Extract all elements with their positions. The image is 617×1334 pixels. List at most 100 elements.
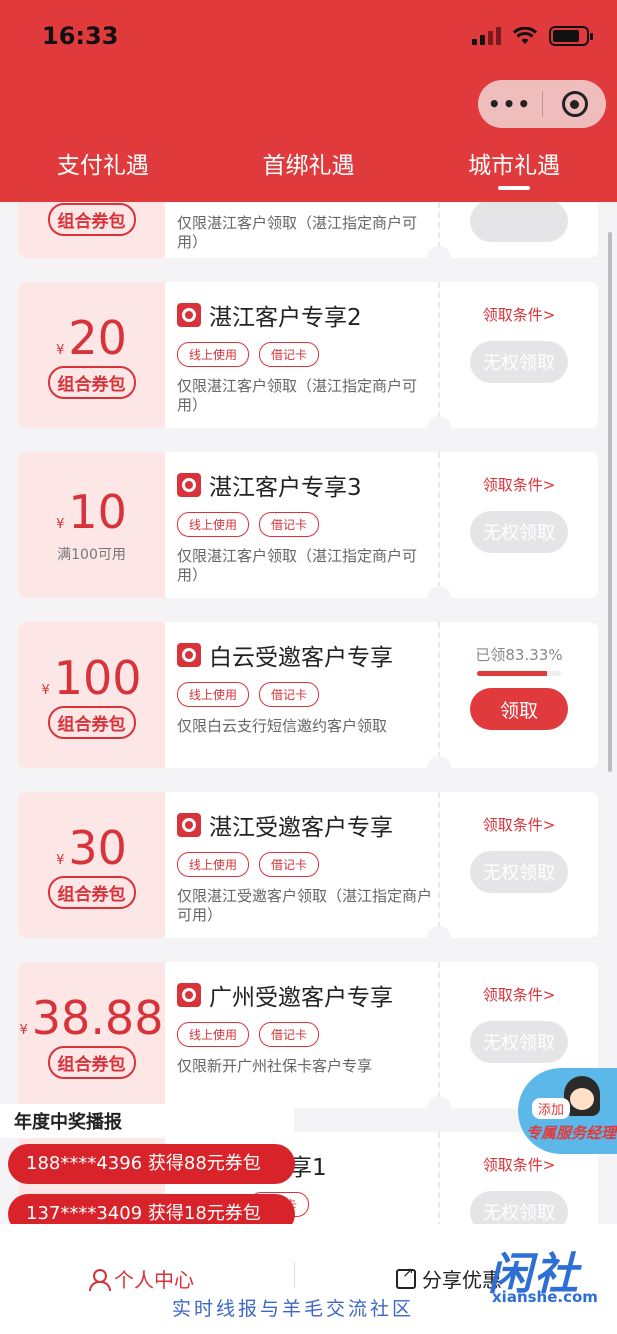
coupon-left: ¥ 30 组合券包 bbox=[18, 792, 165, 938]
conditions-link[interactable]: 领取条件> bbox=[483, 984, 556, 1005]
signal-icon bbox=[472, 27, 501, 45]
coupon-pill: 组合券包 bbox=[47, 1045, 136, 1079]
coupon-desc: 仅限湛江客户领取（湛江指定商户可用） bbox=[177, 214, 418, 251]
coupon-tags: 线上使用 借记卡 bbox=[177, 512, 438, 537]
amount-value: 30 bbox=[68, 820, 127, 875]
amount-value: 100 bbox=[53, 650, 142, 705]
claim-button[interactable]: 无权领取 bbox=[470, 511, 568, 553]
coupon-title-row: 广州受邀客户专享 bbox=[177, 978, 438, 1012]
tab-first-bind[interactable]: 首绑礼遇 bbox=[206, 146, 412, 196]
status-time: 16:33 bbox=[42, 22, 119, 50]
amount-value: 20 bbox=[68, 310, 127, 365]
yen-sign: ¥ bbox=[41, 682, 50, 698]
coupon-threshold: 满100可用 bbox=[57, 547, 126, 563]
bank-logo-icon bbox=[177, 303, 201, 327]
coupon-left: 组合券包 bbox=[18, 202, 165, 258]
coupon-desc: 仅限湛江客户领取（湛江指定商户可用） bbox=[177, 547, 418, 584]
coupon-title-row: 湛江客户专享2 bbox=[177, 298, 438, 332]
conditions-link[interactable]: 领取条件> bbox=[483, 304, 556, 325]
coupon-desc: 仅限新开广州社保卡客户专享 bbox=[177, 1057, 373, 1075]
ticket-notch bbox=[427, 416, 451, 440]
tag-debit: 借记卡 bbox=[259, 852, 320, 877]
amount-value: 38.88 bbox=[31, 990, 164, 1045]
coupon-amount: ¥ 30 bbox=[56, 822, 127, 874]
claim-button[interactable]: 无权领取 bbox=[470, 341, 568, 383]
wifi-icon bbox=[513, 27, 537, 44]
coupon-title: 湛江客户专享3 bbox=[209, 475, 362, 501]
share-icon bbox=[396, 1265, 416, 1289]
coupon-mid: 湛江客户专享2 线上使用 借记卡 仅限湛江客户领取（湛江指定商户可用） bbox=[165, 282, 438, 428]
coupon-title: 广州受邀客户专享 bbox=[209, 985, 393, 1011]
prize-broadcast: 年度中奖播报 188****4396 获得88元券包 137****3409 获… bbox=[0, 1104, 300, 1234]
tab-bar: 支付礼遇 首绑礼遇 城市礼遇 bbox=[0, 146, 617, 196]
more-icon[interactable]: ••• bbox=[478, 92, 542, 116]
coupon-amount: ¥ 100 bbox=[41, 652, 141, 704]
ticket-notch bbox=[427, 586, 451, 610]
ticket-notch bbox=[427, 246, 451, 270]
coupon-card: ¥ 10 满100可用 湛江客户专享3 线上使用 借记卡 仅限湛江客户领取（湛江… bbox=[18, 452, 598, 598]
coupon-title: 湛江受邀客户专享 bbox=[209, 815, 393, 841]
coupon-mid: 湛江客户专享3 线上使用 借记卡 仅限湛江客户领取（湛江指定商户可用） bbox=[165, 452, 438, 598]
coupon-desc: 仅限湛江受邀客户领取（湛江指定商户可用） bbox=[177, 887, 433, 924]
coupon-pill: 组合券包 bbox=[47, 875, 136, 909]
coupon-title: 湛江客户专享2 bbox=[209, 305, 362, 331]
nav-share[interactable]: 分享优惠 bbox=[396, 1264, 502, 1293]
coupon-tags: 线上使用 借记卡 bbox=[177, 342, 438, 367]
yen-sign: ¥ bbox=[56, 342, 65, 358]
watermark-logo: 闲社 xianshe.com bbox=[488, 1238, 598, 1308]
ticket-notch bbox=[427, 756, 451, 780]
coupon-amount: ¥ 20 bbox=[56, 312, 127, 364]
claim-button[interactable]: 无权领取 bbox=[470, 1021, 568, 1063]
amount-value: 10 bbox=[68, 485, 127, 539]
yen-sign: ¥ bbox=[56, 852, 65, 868]
watermark-domain: xianshe.com bbox=[492, 1288, 598, 1306]
add-label: 添加 bbox=[532, 1098, 571, 1119]
bank-logo-icon bbox=[177, 473, 201, 497]
coupon-mid: 仅限湛江客户领取（湛江指定商户可用） bbox=[165, 202, 438, 258]
person-icon bbox=[88, 1268, 111, 1291]
tag-online: 线上使用 bbox=[177, 852, 250, 877]
tag-online: 线上使用 bbox=[177, 682, 250, 707]
coupon-pill: 组合券包 bbox=[47, 203, 136, 236]
coupon-amount: ¥ 10 bbox=[56, 486, 127, 538]
coupon-tags: 线上使用 借记卡 bbox=[177, 682, 438, 707]
conditions-link[interactable]: 领取条件> bbox=[483, 814, 556, 835]
tag-online: 线上使用 bbox=[177, 1022, 250, 1047]
coupon-title-row: 白云受邀客户专享 bbox=[177, 638, 438, 672]
coupon-title: 白云受邀客户专享 bbox=[209, 645, 393, 671]
coupon-right: 已领83.33% 领取 bbox=[438, 622, 598, 768]
nav-personal-center[interactable]: 个人中心 bbox=[88, 1264, 194, 1293]
battery-icon bbox=[549, 26, 593, 46]
tab-city[interactable]: 城市礼遇 bbox=[411, 146, 617, 196]
conditions-link[interactable]: 领取条件> bbox=[483, 474, 556, 495]
coupon-card: ¥ 100 组合券包 白云受邀客户专享 线上使用 借记卡 仅限白云支行短信邀约客… bbox=[18, 622, 598, 768]
coupon-card: ¥ 20 组合券包 湛江客户专享2 线上使用 借记卡 仅限湛江客户领取（湛江指定… bbox=[18, 282, 598, 428]
claim-button[interactable] bbox=[470, 202, 568, 242]
tab-payment[interactable]: 支付礼遇 bbox=[0, 146, 206, 196]
close-target-button[interactable] bbox=[543, 91, 606, 117]
claim-button[interactable]: 无权领取 bbox=[470, 851, 568, 893]
coupon-mid: 广州受邀客户专享 线上使用 借记卡 仅限新开广州社保卡客户专享 bbox=[165, 962, 438, 1108]
bank-logo-icon bbox=[177, 813, 201, 837]
service-manager-float[interactable]: 添加 专属服务经理 bbox=[518, 1068, 617, 1154]
broadcast-title: 年度中奖播报 bbox=[0, 1104, 294, 1138]
claimed-progress-bar bbox=[477, 671, 561, 676]
broadcast-item: 188****4396 获得88元券包 bbox=[8, 1144, 295, 1184]
nav-divider bbox=[294, 1262, 295, 1288]
coupon-mid: 白云受邀客户专享 线上使用 借记卡 仅限白云支行短信邀约客户领取 bbox=[165, 622, 438, 768]
coupon-pill: 组合券包 bbox=[47, 705, 136, 739]
progress-fill bbox=[477, 671, 547, 676]
coupon-card: 组合券包 仅限湛江客户领取（湛江指定商户可用） bbox=[18, 202, 598, 258]
yen-sign: ¥ bbox=[19, 1022, 28, 1038]
scrollbar[interactable] bbox=[608, 232, 612, 772]
claim-button[interactable]: 领取 bbox=[470, 688, 568, 730]
yen-sign: ¥ bbox=[56, 517, 65, 532]
tag-debit: 借记卡 bbox=[259, 1022, 320, 1047]
status-icons bbox=[472, 26, 593, 46]
coupon-card: ¥ 30 组合券包 湛江受邀客户专享 线上使用 借记卡 仅限湛江受邀客户领取（湛… bbox=[18, 792, 598, 938]
manager-label: 专属服务经理 bbox=[526, 1124, 617, 1142]
conditions-link[interactable]: 领取条件> bbox=[483, 1154, 556, 1175]
tag-online: 线上使用 bbox=[177, 342, 250, 367]
coupon-left: ¥ 38.88 组合券包 bbox=[18, 962, 165, 1108]
bottom-nav: 个人中心 分享优惠 实时线报与羊毛交流社区 闲社 xianshe.com bbox=[0, 1224, 617, 1334]
